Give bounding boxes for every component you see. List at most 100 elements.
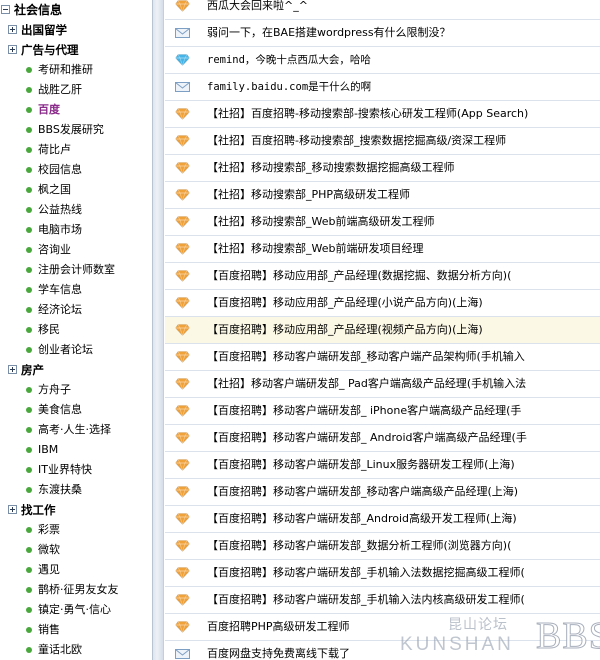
thread-title-link[interactable]: 【百度招聘】移动客户端研发部_Android高级开发工程师(上海): [207, 506, 517, 532]
thread-title-link[interactable]: 【百度招聘】移动客户端研发部_手机输入法内核高级研发工程师(: [207, 587, 525, 613]
thread-row[interactable]: remind，今晚十点西瓜大会，哈哈: [165, 47, 600, 74]
sidebar-board-item[interactable]: 考研和推研: [0, 60, 152, 80]
thread-row[interactable]: 【社招】移动客户端研发部_ Pad客户端高级产品经理(手机输入法: [165, 371, 600, 398]
thread-title-link[interactable]: 【百度招聘】移动客户端研发部_ Android客户端高级产品经理(手: [207, 425, 527, 451]
sidebar-category[interactable]: 找工作: [0, 500, 152, 520]
thread-row[interactable]: 【百度招聘】移动客户端研发部_移动客户端高级产品经理(上海): [165, 479, 600, 506]
bullet-dot-icon: [26, 147, 32, 153]
thread-title-link[interactable]: 【社招】移动搜索部_Web前端研发项目经理: [207, 236, 423, 262]
sidebar-board-item[interactable]: 电脑市场: [0, 220, 152, 240]
thread-title-link[interactable]: 百度网盘支持免费离线下载了: [207, 641, 350, 660]
thread-row[interactable]: 【百度招聘】移动客户端研发部_ iPhone客户端高级产品经理(手: [165, 398, 600, 425]
thread-title-link[interactable]: remind，今晚十点西瓜大会，哈哈: [207, 47, 371, 73]
sidebar-board-item[interactable]: 枫之国: [0, 180, 152, 200]
expand-icon[interactable]: [8, 25, 17, 34]
thread-row[interactable]: 【社招】百度招聘-移动搜索部-搜索核心研发工程师(App Search): [165, 101, 600, 128]
thread-title-link[interactable]: 【社招】移动搜索部_移动搜索数据挖掘高级工程师: [207, 155, 455, 181]
thread-row[interactable]: 【社招】移动搜索部_移动搜索数据挖掘高级工程师: [165, 155, 600, 182]
orange-diamond-icon: [175, 432, 190, 445]
thread-row[interactable]: 弱问一下，在BAE搭建wordpress有什么限制没？: [165, 20, 600, 47]
sidebar-board-item[interactable]: 公益热线: [0, 200, 152, 220]
sidebar-board-item[interactable]: 注册会计师数室: [0, 260, 152, 280]
sidebar-board-item[interactable]: 美食信息: [0, 400, 152, 420]
sidebar-board-item[interactable]: 学车信息: [0, 280, 152, 300]
thread-row[interactable]: 【百度招聘】移动客户端研发部_移动客户端产品架构师(手机输入: [165, 344, 600, 371]
thread-row[interactable]: 【社招】移动搜索部_PHP高级研发工程师: [165, 182, 600, 209]
sidebar-label: 移民: [38, 323, 60, 336]
sidebar-board-item[interactable]: 方舟子: [0, 380, 152, 400]
sidebar-board-item[interactable]: 校园信息: [0, 160, 152, 180]
thread-row[interactable]: 【百度招聘】移动客户端研发部_数据分析工程师(浏览器方向)(: [165, 533, 600, 560]
orange-diamond-icon: [175, 324, 190, 337]
bullet-dot-icon: [26, 647, 32, 653]
thread-title-link[interactable]: 【社招】百度招聘-移动搜索部-搜索核心研发工程师(App Search): [207, 101, 528, 127]
thread-title-link[interactable]: 【社招】百度招聘-移动搜索部_搜索数据挖掘高级/资深工程师: [207, 128, 506, 154]
sidebar-label: 镇定·勇气·信心: [38, 603, 111, 616]
bullet-dot-icon: [26, 447, 32, 453]
sidebar-board-item[interactable]: 鹊桥·征男友女友: [0, 580, 152, 600]
thread-row[interactable]: 【百度招聘】移动客户端研发部_Linux服务器研发工程师(上海): [165, 452, 600, 479]
sidebar-board-item[interactable]: IT业界特快: [0, 460, 152, 480]
thread-title-link[interactable]: 【社招】移动搜索部_PHP高级研发工程师: [207, 182, 410, 208]
thread-row[interactable]: 西瓜大会回来啦^_^: [165, 0, 600, 20]
sidebar-category[interactable]: 广告与代理: [0, 40, 152, 60]
sidebar-category[interactable]: 房产: [0, 360, 152, 380]
expand-icon[interactable]: [8, 365, 17, 374]
thread-row[interactable]: 【百度招聘】移动客户端研发部_ Android客户端高级产品经理(手: [165, 425, 600, 452]
thread-title-link[interactable]: 【百度招聘】移动客户端研发部_移动客户端产品架构师(手机输入: [207, 344, 525, 370]
thread-title-link[interactable]: 【百度招聘】移动应用部_产品经理(数据挖掘、数据分析方向)(: [207, 263, 511, 289]
sidebar-board-item[interactable]: 微软: [0, 540, 152, 560]
thread-title-link[interactable]: 【百度招聘】移动客户端研发部_Linux服务器研发工程师(上海): [207, 452, 515, 478]
thread-title-link[interactable]: family.baidu.com是干什么的啊: [207, 74, 371, 100]
thread-title-link[interactable]: 【社招】移动搜索部_Web前端高级研发工程师: [207, 209, 434, 235]
thread-title-link[interactable]: 【百度招聘】移动客户端研发部_ iPhone客户端高级产品经理(手: [207, 398, 521, 424]
sidebar-board-item[interactable]: 高考·人生·选择: [0, 420, 152, 440]
thread-row[interactable]: 【百度招聘】移动客户端研发部_Android高级开发工程师(上海): [165, 506, 600, 533]
orange-diamond-icon: [175, 162, 190, 175]
sidebar-label: IT业界特快: [38, 463, 92, 476]
sidebar-category[interactable]: 出国留学: [0, 20, 152, 40]
sidebar-board-item[interactable]: 镇定·勇气·信心: [0, 600, 152, 620]
thread-title-link[interactable]: 西瓜大会回来啦^_^: [207, 0, 308, 19]
thread-title-link[interactable]: 百度招聘PHP高级研发工程师: [207, 614, 350, 640]
thread-title-link[interactable]: 弱问一下，在BAE搭建wordpress有什么限制没？: [207, 20, 451, 46]
orange-diamond-icon: [175, 459, 190, 472]
thread-title-link[interactable]: 【百度招聘】移动客户端研发部_手机输入法数据挖掘高级工程师(: [207, 560, 525, 586]
thread-row[interactable]: family.baidu.com是干什么的啊: [165, 74, 600, 101]
sidebar-board-item[interactable]: 移民: [0, 320, 152, 340]
thread-row[interactable]: 【百度招聘】移动客户端研发部_手机输入法数据挖掘高级工程师(: [165, 560, 600, 587]
thread-row[interactable]: 【百度招聘】移动客户端研发部_手机输入法内核高级研发工程师(: [165, 587, 600, 614]
thread-row[interactable]: 【百度招聘】移动应用部_产品经理(数据挖掘、数据分析方向)(: [165, 263, 600, 290]
thread-title-link[interactable]: 【百度招聘】移动应用部_产品经理(视频产品方向)(上海): [207, 317, 483, 343]
expand-icon[interactable]: [8, 45, 17, 54]
sidebar-board-item[interactable]: 战胜乙肝: [0, 80, 152, 100]
sidebar-board-item[interactable]: 东渡扶桑: [0, 480, 152, 500]
expand-icon[interactable]: [8, 505, 17, 514]
sidebar-board-item[interactable]: IBM: [0, 440, 152, 460]
thread-row[interactable]: 【社招】移动搜索部_Web前端高级研发工程师: [165, 209, 600, 236]
thread-row[interactable]: 百度网盘支持免费离线下载了: [165, 641, 600, 660]
collapse-icon[interactable]: [1, 5, 10, 14]
sidebar-board-item[interactable]: 销售: [0, 620, 152, 640]
sidebar-board-item[interactable]: 遇见: [0, 560, 152, 580]
sidebar-section-root[interactable]: 社会信息: [0, 0, 152, 20]
sidebar-board-item[interactable]: 创业者论坛: [0, 340, 152, 360]
thread-row[interactable]: 百度招聘PHP高级研发工程师: [165, 614, 600, 641]
thread-title-link[interactable]: 【百度招聘】移动应用部_产品经理(小说产品方向)(上海): [207, 290, 483, 316]
sidebar-board-item[interactable]: BBS发展研究: [0, 120, 152, 140]
sidebar-board-item[interactable]: 咨询业: [0, 240, 152, 260]
sidebar-board-item[interactable]: 经济论坛: [0, 300, 152, 320]
thread-title-link[interactable]: 【百度招聘】移动客户端研发部_数据分析工程师(浏览器方向)(: [207, 533, 511, 559]
thread-row[interactable]: 【社招】移动搜索部_Web前端研发项目经理: [165, 236, 600, 263]
orange-diamond-icon: [175, 594, 190, 607]
thread-title-link[interactable]: 【社招】移动客户端研发部_ Pad客户端高级产品经理(手机输入法: [207, 371, 526, 397]
thread-row[interactable]: 【百度招聘】移动应用部_产品经理(视频产品方向)(上海): [165, 317, 600, 344]
sidebar-board-item[interactable]: 童话北欧: [0, 640, 152, 660]
frame-separator[interactable]: [152, 0, 164, 660]
sidebar-board-item[interactable]: 彩票: [0, 520, 152, 540]
sidebar-board-item[interactable]: 荷比卢: [0, 140, 152, 160]
thread-row[interactable]: 【百度招聘】移动应用部_产品经理(小说产品方向)(上海): [165, 290, 600, 317]
thread-title-link[interactable]: 【百度招聘】移动客户端研发部_移动客户端高级产品经理(上海): [207, 479, 518, 505]
sidebar-board-item[interactable]: 百度: [0, 100, 152, 120]
thread-row[interactable]: 【社招】百度招聘-移动搜索部_搜索数据挖掘高级/资深工程师: [165, 128, 600, 155]
